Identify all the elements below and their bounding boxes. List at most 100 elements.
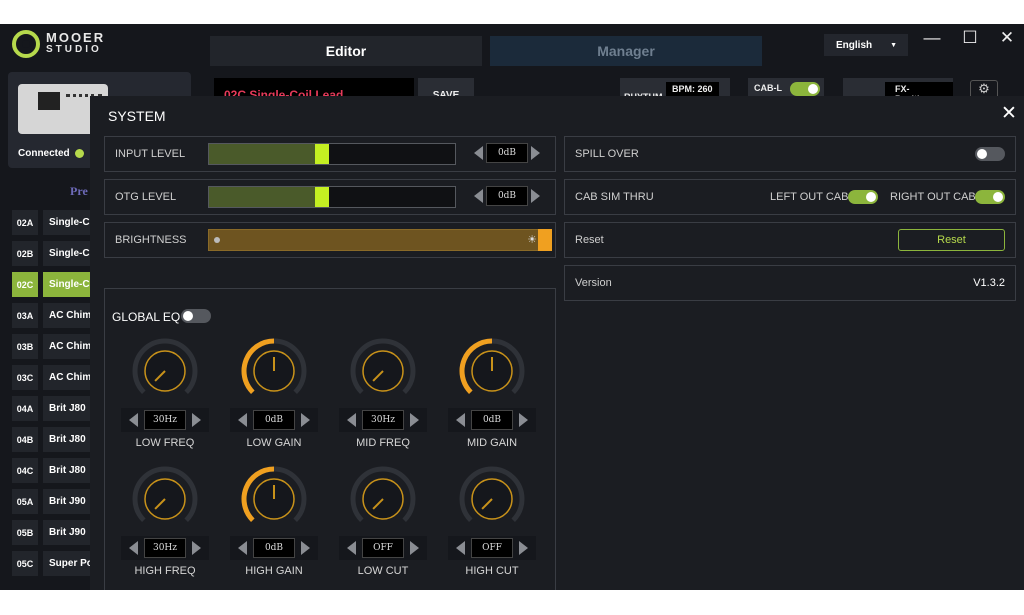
slider-thumb[interactable]	[538, 229, 552, 251]
cab-sim-thru-label: CAB SIM THRU	[575, 191, 654, 203]
decrement-arrow-icon[interactable]	[456, 413, 465, 427]
eq-value: 30Hz	[144, 538, 186, 558]
eq-knob-unit: OFF HIGH CUT	[438, 465, 546, 590]
otg-level-slider[interactable]	[208, 186, 456, 208]
sun-icon: ☀	[527, 234, 537, 246]
tab-editor[interactable]: Editor	[210, 36, 482, 66]
eq-knob[interactable]	[349, 465, 417, 533]
otg-level-stepper: 0dB	[474, 186, 540, 206]
decrement-arrow-icon[interactable]	[129, 413, 138, 427]
increment-arrow-icon[interactable]	[192, 541, 201, 555]
close-icon[interactable]: ✕	[998, 102, 1020, 125]
mooer-studio-logo: MOOER STUDIO	[12, 30, 105, 58]
brightness-slider[interactable]: ☀	[208, 229, 552, 251]
eq-knob[interactable]	[240, 465, 308, 533]
spill-over-row: SPILL OVER	[564, 136, 1016, 172]
logo-line1: MOOER	[46, 30, 106, 45]
increment-arrow-icon[interactable]	[192, 413, 201, 427]
preset-number: 04C	[12, 458, 38, 483]
reset-label: Reset	[575, 234, 604, 246]
maximize-button[interactable]: ☐	[958, 28, 982, 48]
eq-knob-label: HIGH GAIN	[245, 565, 303, 577]
preset-number: 05C	[12, 551, 38, 576]
slider-thumb[interactable]	[315, 144, 329, 164]
logo-mark-icon	[12, 30, 40, 58]
decrement-arrow-icon[interactable]	[347, 541, 356, 555]
eq-value: 30Hz	[144, 410, 186, 430]
increment-arrow-icon[interactable]	[301, 541, 310, 555]
increment-arrow-icon[interactable]	[519, 541, 528, 555]
language-select[interactable]: English ▼	[824, 34, 908, 56]
global-eq-panel: GLOBAL EQ 30Hz LOW FREQ 0dB LOW GAIN 30Hz MID…	[104, 288, 556, 590]
decrement-arrow-icon[interactable]	[474, 146, 483, 160]
increment-arrow-icon[interactable]	[410, 413, 419, 427]
eq-knob-label: HIGH FREQ	[134, 565, 196, 577]
eq-knob-unit: 30Hz LOW FREQ	[111, 337, 219, 467]
increment-arrow-icon[interactable]	[531, 146, 540, 160]
reset-button[interactable]: Reset	[898, 229, 1005, 251]
connection-status: Connected	[18, 148, 84, 159]
eq-stepper: 30Hz	[121, 536, 209, 560]
input-level-slider[interactable]	[208, 143, 456, 165]
slider-thumb[interactable]	[315, 187, 329, 207]
close-window-button[interactable]: ✕	[995, 28, 1019, 48]
minimize-button[interactable]: —	[920, 28, 944, 48]
brightness-label: BRIGHTNESS	[115, 234, 187, 246]
eq-knob-label: HIGH CUT	[465, 565, 519, 577]
preset-number: 03C	[12, 365, 38, 390]
eq-knob-unit: OFF LOW CUT	[329, 465, 437, 590]
left-out-cab-label: LEFT OUT CAB	[770, 191, 849, 203]
eq-knob-unit: 0dB HIGH GAIN	[220, 465, 328, 590]
input-level-value: 0dB	[486, 143, 528, 163]
dim-icon	[214, 237, 220, 243]
eq-knob-label: LOW CUT	[357, 565, 409, 577]
eq-stepper: OFF	[448, 536, 536, 560]
cab-l-label: CAB-L	[754, 83, 782, 93]
eq-stepper: 30Hz	[339, 408, 427, 432]
decrement-arrow-icon[interactable]	[347, 413, 356, 427]
eq-value: 0dB	[471, 410, 513, 430]
right-out-cab-toggle[interactable]	[975, 190, 1005, 204]
spill-over-label: SPILL OVER	[575, 148, 639, 160]
modal-title: SYSTEM	[108, 108, 166, 124]
input-level-label: INPUT LEVEL	[115, 148, 186, 160]
decrement-arrow-icon[interactable]	[238, 541, 247, 555]
eq-stepper: 0dB	[230, 408, 318, 432]
preset-number: 02B	[12, 241, 38, 266]
eq-knob-label: MID FREQ	[356, 437, 410, 449]
tab-manager[interactable]: Manager	[490, 36, 762, 66]
language-value: English	[836, 39, 873, 51]
global-eq-toggle[interactable]	[181, 309, 211, 323]
app-window: MOOER STUDIO Editor Manager English ▼ — …	[0, 24, 1024, 590]
otg-level-label: OTG LEVEL	[115, 191, 177, 203]
brightness-row: BRIGHTNESS ☀	[104, 222, 556, 258]
increment-arrow-icon[interactable]	[301, 413, 310, 427]
version-value: V1.3.2	[973, 277, 1005, 289]
preset-number: 05B	[12, 520, 38, 545]
connection-status-label: Connected	[18, 148, 70, 159]
eq-value: OFF	[471, 538, 513, 558]
logo-line2: STUDIO	[46, 44, 102, 55]
eq-knob[interactable]	[131, 337, 199, 405]
left-out-cab-toggle[interactable]	[848, 190, 878, 204]
increment-arrow-icon[interactable]	[531, 189, 540, 203]
spill-over-toggle[interactable]	[975, 147, 1005, 161]
global-eq-label: GLOBAL EQ	[112, 310, 181, 324]
eq-knob[interactable]	[349, 337, 417, 405]
increment-arrow-icon[interactable]	[519, 413, 528, 427]
decrement-arrow-icon[interactable]	[474, 189, 483, 203]
decrement-arrow-icon[interactable]	[238, 413, 247, 427]
decrement-arrow-icon[interactable]	[129, 541, 138, 555]
eq-knob[interactable]	[131, 465, 199, 533]
eq-knob[interactable]	[240, 337, 308, 405]
eq-knob[interactable]	[458, 465, 526, 533]
eq-knob[interactable]	[458, 337, 526, 405]
decrement-arrow-icon[interactable]	[456, 541, 465, 555]
increment-arrow-icon[interactable]	[410, 541, 419, 555]
eq-value: OFF	[362, 538, 404, 558]
presets-header: Pre	[70, 184, 88, 198]
cab-l-toggle[interactable]	[790, 82, 820, 96]
eq-knob-unit: 0dB LOW GAIN	[220, 337, 328, 467]
connected-icon	[74, 149, 84, 158]
system-modal: SYSTEM ✕ INPUT LEVEL 0dB OTG LEVEL 0dB B…	[90, 96, 1024, 590]
